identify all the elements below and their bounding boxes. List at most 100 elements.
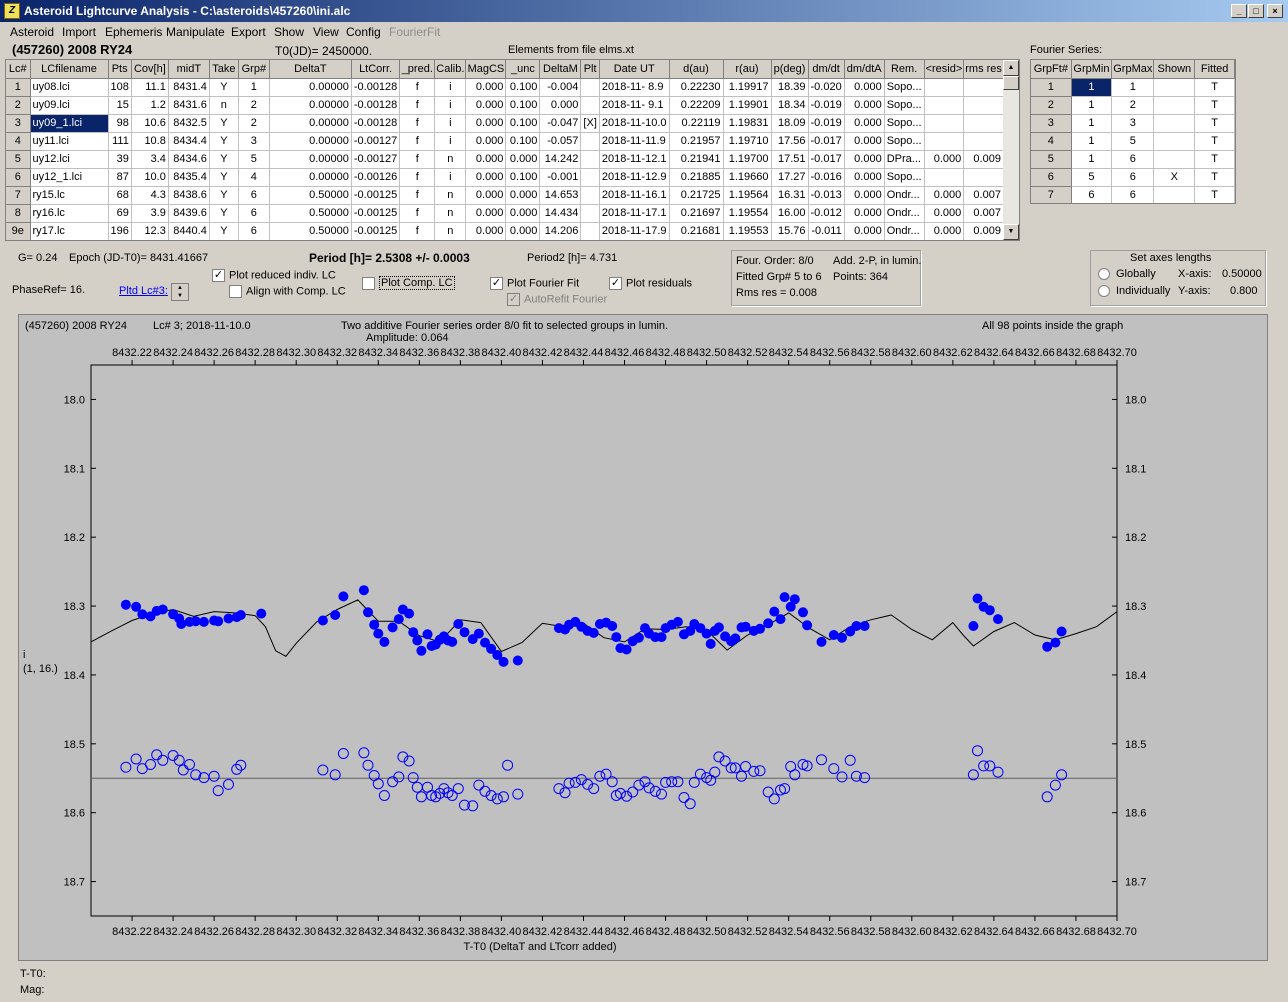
table-cell[interactable]: 3 [238, 132, 270, 151]
menu-view[interactable]: View [313, 25, 339, 39]
table-cell[interactable]: 0.21725 [669, 186, 724, 205]
table-cell[interactable]: 111 [108, 132, 132, 151]
table-row[interactable]: 5 uy12.lci 39 3.4 8434.6 Y 5 0.00000 -0.00127 f n 0… [6, 150, 1004, 169]
table-cell[interactable]: 4 [238, 168, 270, 187]
lightcurve-plot-panel[interactable]: (457260) 2008 RY24 Lc# 3; 2018-11-10.0 T… [18, 314, 1268, 961]
table-cell[interactable]: -0.00128 [351, 78, 401, 97]
table-cell[interactable]: 68 [108, 186, 132, 205]
table-cell[interactable]: 2018-11-17.1 [599, 204, 670, 223]
menu-ephemeris[interactable]: Ephemeris [105, 25, 162, 39]
table-cell[interactable]: 8439.6 [168, 204, 210, 223]
table-cell[interactable]: 196 [108, 222, 132, 240]
table-cell[interactable]: 2018-11-10.0 [599, 114, 670, 133]
table-cell[interactable]: 1.19917 [723, 78, 772, 97]
table-cell[interactable]: -0.020 [808, 78, 845, 97]
table-cell[interactable]: 1.19660 [723, 168, 772, 187]
table-row[interactable]: 4 uy11.lci 111 10.8 8434.4 Y 3 0.00000 -0.00127 f… [6, 132, 1004, 151]
row-header[interactable]: 2 [1031, 96, 1072, 115]
table-cell[interactable]: 14.653 [539, 186, 582, 205]
table-cell[interactable] [924, 96, 965, 115]
lightcurve-table[interactable]: Lc# LCfilename Pts Cov[h] midT Take Grp# DeltaT… [5, 59, 1020, 241]
table-cell[interactable]: 0.000 [924, 204, 965, 223]
column-header[interactable]: Grp# [238, 60, 270, 79]
table-cell[interactable]: Sopo... [884, 132, 925, 151]
table-cell[interactable]: 1 [238, 78, 270, 97]
table-cell[interactable]: 10.0 [131, 168, 169, 187]
table-cell[interactable]: ry16.lc [30, 204, 109, 223]
table-cell[interactable]: 2018-11-11.9 [599, 132, 670, 151]
table-cell[interactable]: 0.50000 [269, 204, 352, 223]
column-header[interactable]: _unc [505, 60, 541, 79]
table-cell[interactable]: Y [209, 186, 239, 205]
table-cell[interactable]: -0.012 [808, 204, 845, 223]
table-cell[interactable]: 1 [1071, 114, 1113, 133]
column-header[interactable]: d(au) [669, 60, 724, 79]
row-header[interactable]: 6 [6, 168, 31, 187]
table-cell[interactable]: 0.21681 [669, 222, 724, 240]
table-cell[interactable]: 6 [1111, 168, 1155, 187]
table-row[interactable]: 7 ry15.lc 68 4.3 8438.6 Y 6 0.50000 -0.00125 f n 0.… [6, 186, 1004, 205]
table-cell[interactable]: 0.000 [465, 150, 507, 169]
table-cell[interactable]: 0.100 [505, 132, 541, 151]
table-cell[interactable]: 17.56 [771, 132, 809, 151]
table-cell[interactable]: ry17.lc [30, 222, 109, 240]
table-cell[interactable]: 4.3 [131, 186, 169, 205]
table-cell[interactable]: 5 [1111, 132, 1155, 151]
row-header[interactable]: 7 [6, 186, 31, 205]
table-cell[interactable]: 2018-11- 8.9 [599, 78, 670, 97]
table-cell[interactable]: 1 [1071, 150, 1113, 169]
table-cell[interactable]: 0.000 [505, 204, 541, 223]
table-cell[interactable]: 2018-11-17.9 [599, 222, 670, 240]
table-cell[interactable]: Ondr... [884, 222, 925, 240]
table-cell[interactable]: Y [209, 78, 239, 97]
menu-manipulate[interactable]: Manipulate [166, 25, 225, 39]
table-row[interactable]: 1 uy08.lci 108 11.1 8431.4 Y 1 0.00000 -0.00128 f… [6, 78, 1004, 97]
table-cell[interactable]: -0.00126 [351, 168, 401, 187]
table-cell[interactable]: 0.100 [505, 96, 541, 115]
table-cell[interactable]: 1 [1071, 78, 1113, 97]
minimize-button[interactable]: _ [1231, 4, 1247, 18]
close-button[interactable]: × [1267, 4, 1283, 18]
row-header[interactable]: 9e [6, 222, 31, 240]
table-cell[interactable] [924, 78, 965, 97]
spin-up-icon[interactable]: ▲ [172, 284, 188, 292]
table-cell[interactable]: 6 [1111, 186, 1155, 203]
table-cell[interactable]: 98 [108, 114, 132, 133]
table-cell[interactable]: T [1194, 78, 1235, 97]
table-cell[interactable]: X [1153, 168, 1196, 187]
column-header[interactable]: DeltaM [539, 60, 582, 79]
column-header[interactable]: LCfilename [30, 60, 109, 79]
row-header[interactable]: 5 [1031, 150, 1072, 169]
table-cell[interactable]: 0.21941 [669, 150, 724, 169]
table-row[interactable]: 2 uy09.lci 15 1.2 8431.6 n 2 0.00000 -0.00128 f i 0… [6, 96, 1004, 115]
table-cell[interactable] [963, 96, 1004, 115]
table-cell[interactable]: 0.007 [963, 204, 1004, 223]
table-cell[interactable]: T [1194, 150, 1235, 169]
table-row[interactable]: 766T [1031, 186, 1235, 203]
table-cell[interactable]: 8431.6 [168, 96, 210, 115]
table-cell[interactable]: 0.00000 [269, 132, 352, 151]
table-cell[interactable] [580, 150, 600, 169]
table-cell[interactable]: -0.00128 [351, 114, 401, 133]
table-cell[interactable]: 0.000 [505, 222, 541, 240]
table-cell[interactable]: -0.057 [539, 132, 582, 151]
table-cell[interactable]: Ondr... [884, 204, 925, 223]
table-cell[interactable] [1153, 78, 1196, 97]
table-cell[interactable]: 17.51 [771, 150, 809, 169]
radio-globally[interactable]: Globally [1098, 268, 1156, 281]
table-cell[interactable]: T [1194, 168, 1235, 187]
table-cell[interactable]: 5 [1071, 168, 1113, 187]
table-cell[interactable]: -0.011 [808, 222, 845, 240]
table-cell[interactable]: 2018-11- 9.1 [599, 96, 670, 115]
table-cell[interactable]: 0.000 [844, 96, 885, 115]
table-cell[interactable]: T [1194, 132, 1235, 151]
row-header[interactable]: 4 [6, 132, 31, 151]
table-cell[interactable]: 8438.6 [168, 186, 210, 205]
table-cell[interactable]: Y [209, 150, 239, 169]
table-cell[interactable]: 14.206 [539, 222, 582, 240]
column-header[interactable]: Take [209, 60, 239, 79]
table-cell[interactable]: 6 [238, 186, 270, 205]
scroll-down-icon[interactable]: ▼ [1003, 224, 1019, 240]
table-cell[interactable] [580, 168, 600, 187]
table-row[interactable]: 656XT [1031, 168, 1235, 187]
